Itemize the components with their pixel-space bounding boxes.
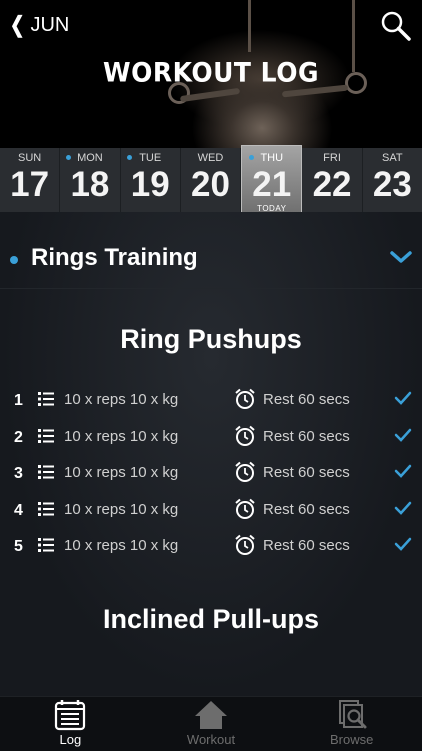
day-thu-today[interactable]: THU 21 TODAY xyxy=(241,145,303,216)
set-row[interactable]: 2 10 x reps 10 x kg Rest 60 secs xyxy=(0,419,422,456)
rest-time: Rest 60 secs xyxy=(263,537,350,554)
day-name: WED xyxy=(197,152,224,164)
set-number: 3 xyxy=(14,465,23,482)
list-icon xyxy=(38,428,54,443)
list-icon xyxy=(38,501,54,516)
set-row[interactable]: 4 10 x reps 10 x kg Rest 60 secs xyxy=(0,492,422,529)
set-list: 1 10 x reps 10 x kg Rest 60 secs 2 10 x … xyxy=(0,382,422,565)
browse-icon xyxy=(338,700,367,729)
day-number: 18 xyxy=(70,165,110,204)
day-sat[interactable]: SAT 23 xyxy=(363,148,422,212)
set-number: 5 xyxy=(14,538,23,555)
checkmark-icon[interactable] xyxy=(394,391,412,405)
set-number: 4 xyxy=(14,501,23,519)
alarm-clock-icon xyxy=(235,388,255,409)
checkmark-icon[interactable] xyxy=(394,501,412,515)
alarm-clock-icon xyxy=(235,461,255,482)
day-tue[interactable]: TUE 19 xyxy=(121,148,181,212)
day-number: 21 xyxy=(252,165,292,204)
day-wed[interactable]: WED 20 xyxy=(181,148,242,212)
set-row[interactable]: 5 10 x reps 10 x kg Rest 60 secs xyxy=(0,528,422,565)
set-number: 1 xyxy=(14,392,23,409)
set-detail: 10 x reps 10 x kg xyxy=(64,391,179,408)
set-detail: 10 x reps 10 x kg xyxy=(64,464,179,481)
day-number: 19 xyxy=(130,165,170,204)
set-row[interactable]: 3 10 x reps 10 x kg Rest 60 secs xyxy=(0,455,422,492)
set-row[interactable]: 1 10 x reps 10 x kg Rest 60 secs xyxy=(0,382,422,419)
section-title: Rings Training xyxy=(31,244,198,271)
day-sun[interactable]: SUN 17 xyxy=(0,148,61,212)
section-bullet xyxy=(10,256,18,264)
rest-time: Rest 60 secs xyxy=(263,464,350,481)
section-header-rings-training[interactable]: Rings Training xyxy=(0,234,422,289)
day-name: SUN xyxy=(18,152,42,164)
chevron-down-icon[interactable] xyxy=(390,250,412,264)
tab-browse[interactable]: Browse xyxy=(281,697,422,751)
chevron-left-icon: ❮ xyxy=(9,12,25,37)
checkmark-icon[interactable] xyxy=(394,464,412,478)
tab-label: Workout xyxy=(186,732,236,747)
set-detail: 10 x reps 10 x kg xyxy=(64,500,179,518)
tab-log[interactable]: Log xyxy=(0,697,141,751)
checkmark-icon[interactable] xyxy=(394,428,412,442)
tab-label: Browse xyxy=(330,732,374,747)
list-icon xyxy=(38,392,54,406)
day-name: FRI xyxy=(323,152,341,164)
back-month-button[interactable]: ❮ JUN xyxy=(8,12,69,38)
alarm-clock-icon xyxy=(235,425,255,446)
day-number: 22 xyxy=(312,165,352,204)
list-icon xyxy=(38,538,54,552)
header-hero: ❮ JUN WORKOUT LOG xyxy=(0,0,422,148)
week-calendar: SUN 17 MON 18 TUE 19 WED 20 THU 21 TODAY… xyxy=(0,145,422,216)
day-fri[interactable]: FRI 22 xyxy=(302,148,363,212)
day-mon[interactable]: MON 18 xyxy=(60,148,121,212)
day-number: 17 xyxy=(10,165,50,204)
day-number: 23 xyxy=(372,165,412,204)
page-title: WORKOUT LOG xyxy=(103,57,319,88)
tab-bar: Log Workout Browse xyxy=(0,696,422,751)
rest-time: Rest 60 secs xyxy=(263,391,350,408)
checkmark-icon[interactable] xyxy=(394,537,412,551)
day-name: SAT xyxy=(382,152,403,164)
ring-strap-left xyxy=(248,0,251,52)
set-detail: 10 x reps 10 x kg xyxy=(64,427,179,445)
log-icon xyxy=(55,700,86,731)
alarm-clock-icon xyxy=(235,498,255,519)
set-detail: 10 x reps 10 x kg xyxy=(64,537,179,554)
tab-label: Log xyxy=(59,732,82,747)
rest-time: Rest 60 secs xyxy=(263,427,350,445)
back-month-label: JUN xyxy=(30,13,70,36)
tab-workout[interactable]: Workout xyxy=(141,697,282,751)
search-icon[interactable] xyxy=(380,10,412,42)
alarm-clock-icon xyxy=(235,534,255,555)
rest-time: Rest 60 secs xyxy=(263,500,350,518)
day-number: 20 xyxy=(191,165,230,204)
set-number: 2 xyxy=(14,428,23,446)
list-icon xyxy=(38,465,54,479)
workout-dot xyxy=(126,155,132,160)
home-icon xyxy=(195,701,227,729)
exercise-title: Ring Pushups xyxy=(120,324,302,354)
workout-content: Rings Training Ring Pushups 1 10 x reps … xyxy=(0,212,422,696)
exercise-title: Inclined Pull-ups xyxy=(102,604,319,634)
